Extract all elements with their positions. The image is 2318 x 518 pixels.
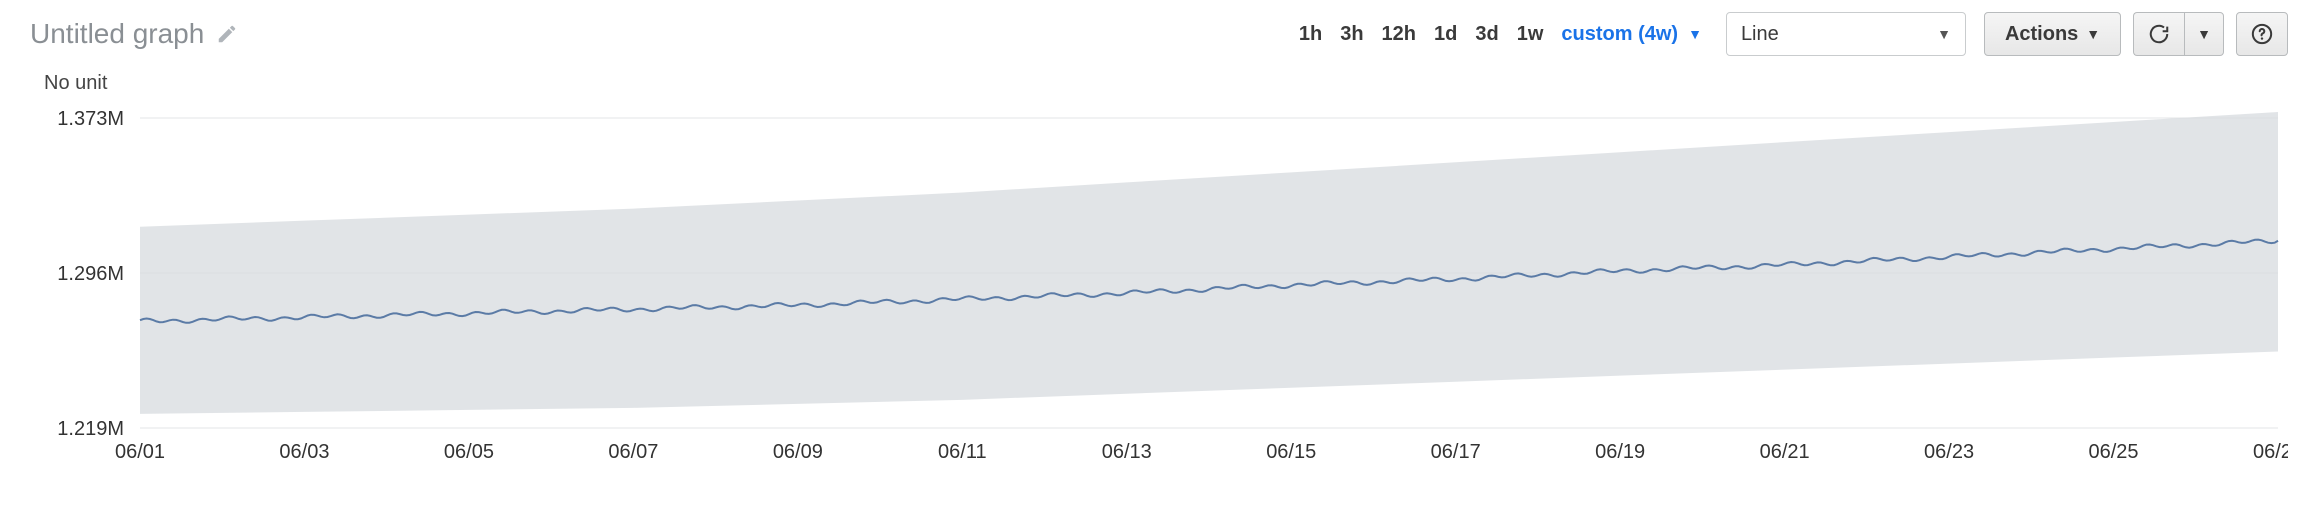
- svg-text:06/23: 06/23: [1924, 441, 1974, 463]
- caret-down-icon: ▼: [2197, 26, 2211, 42]
- svg-text:06/27: 06/27: [2253, 441, 2288, 463]
- graph-title: Untitled graph: [30, 18, 204, 50]
- viz-type-label: Line: [1741, 23, 1779, 46]
- help-button[interactable]: [2236, 12, 2288, 56]
- svg-text:06/13: 06/13: [1102, 441, 1152, 463]
- toolbar: Untitled graph 1h 3h 12h 1d 3d 1w custom…: [30, 10, 2288, 58]
- chart: No unit 1.219M1.296M1.373M06/0106/0306/0…: [30, 78, 2288, 488]
- refresh-interval-button[interactable]: ▼: [2184, 12, 2224, 56]
- time-range-12h[interactable]: 12h: [1382, 23, 1416, 46]
- svg-text:06/03: 06/03: [279, 441, 329, 463]
- refresh-icon: [2148, 23, 2170, 45]
- time-range-picker: 1h 3h 12h 1d 3d 1w custom (4w) ▼: [1299, 23, 1702, 46]
- actions-label: Actions: [2005, 23, 2078, 46]
- svg-text:06/01: 06/01: [115, 441, 165, 463]
- svg-text:1.219M: 1.219M: [57, 418, 124, 440]
- svg-text:06/09: 06/09: [773, 441, 823, 463]
- refresh-button[interactable]: [2133, 12, 2184, 56]
- caret-down-icon[interactable]: ▼: [1688, 26, 1702, 42]
- refresh-button-group: ▼: [2133, 12, 2224, 56]
- time-range-1h[interactable]: 1h: [1299, 23, 1322, 46]
- viz-type-select[interactable]: Line ▼: [1726, 12, 1966, 56]
- help-icon: [2251, 23, 2273, 45]
- time-range-1w[interactable]: 1w: [1517, 23, 1544, 46]
- actions-button[interactable]: Actions ▼: [1984, 12, 2121, 56]
- svg-text:06/19: 06/19: [1595, 441, 1645, 463]
- svg-text:06/17: 06/17: [1431, 441, 1481, 463]
- caret-down-icon: ▼: [2086, 26, 2100, 42]
- pencil-icon[interactable]: [216, 23, 238, 45]
- svg-text:06/25: 06/25: [2089, 441, 2139, 463]
- svg-text:06/05: 06/05: [444, 441, 494, 463]
- caret-down-icon: ▼: [1937, 26, 1951, 42]
- y-axis-unit: No unit: [44, 72, 107, 95]
- svg-text:1.296M: 1.296M: [57, 263, 124, 285]
- time-range-3d[interactable]: 3d: [1475, 23, 1498, 46]
- svg-text:06/15: 06/15: [1266, 441, 1316, 463]
- svg-text:1.373M: 1.373M: [57, 108, 124, 130]
- svg-text:06/11: 06/11: [938, 441, 987, 463]
- svg-text:06/07: 06/07: [608, 441, 658, 463]
- time-range-1d[interactable]: 1d: [1434, 23, 1457, 46]
- svg-text:06/21: 06/21: [1760, 441, 1810, 463]
- time-range-3h[interactable]: 3h: [1340, 23, 1363, 46]
- time-range-custom[interactable]: custom (4w): [1561, 23, 1678, 46]
- chart-canvas[interactable]: 1.219M 1.296M 1.373M 06/01 06/03 06/05 06/07 06…: [30, 78, 2288, 488]
